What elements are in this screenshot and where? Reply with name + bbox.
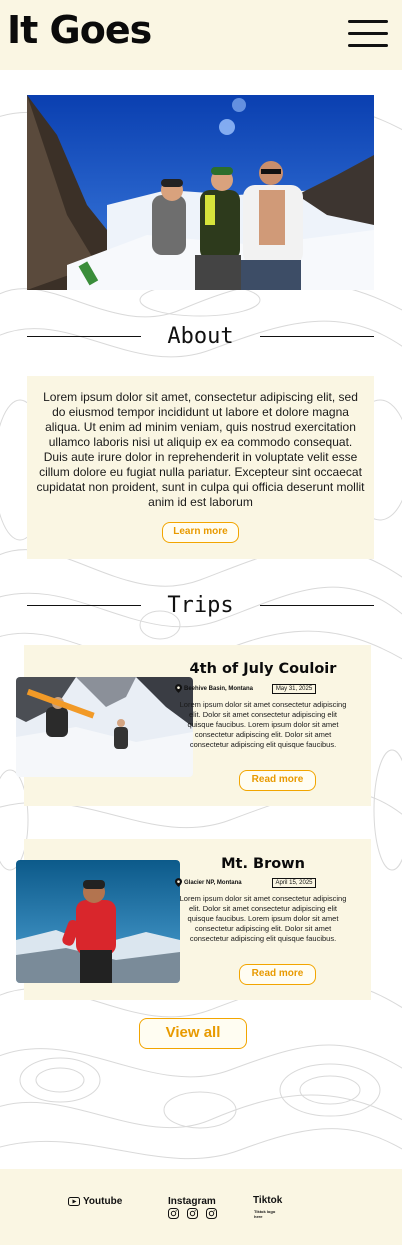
site-footer: Youtube Instagram Tiktok Tiktok logo her… xyxy=(0,1169,402,1245)
hamburger-menu-icon[interactable] xyxy=(348,20,388,50)
tiktok-logo-placeholder: Tiktok logo here xyxy=(254,1209,276,1219)
trips-section-heading: Trips xyxy=(27,591,374,621)
trip-location: Beehive Basin, Montana xyxy=(184,686,254,692)
trip-location: Glacier NP, Montana xyxy=(184,880,242,886)
location-pin-icon xyxy=(175,684,182,693)
trip-date: April 15, 2025 xyxy=(272,878,316,888)
trip-date: May 31, 2025 xyxy=(272,684,316,694)
trip-meta: Glacier NP, Montana April 15, 2025 xyxy=(175,878,343,890)
trip-image xyxy=(16,860,180,983)
read-more-button[interactable]: Read more xyxy=(239,964,316,985)
trip-title[interactable]: Mt. Brown xyxy=(179,856,347,872)
tiktok-link[interactable]: Tiktok xyxy=(253,1195,282,1206)
learn-more-button[interactable]: Learn more xyxy=(162,522,239,543)
heading-divider-right xyxy=(260,605,374,606)
about-card: Lorem ipsum dolor sit amet, consectetur … xyxy=(27,376,374,559)
trip-title[interactable]: 4th of July Couloir xyxy=(179,661,347,677)
instagram-label: Instagram xyxy=(168,1196,216,1207)
trip-meta: Beehive Basin, Montana May 31, 2025 xyxy=(175,684,343,696)
instagram-icon[interactable] xyxy=(206,1208,217,1219)
about-body: Lorem ipsum dolor sit amet, consectetur … xyxy=(36,390,365,509)
trip-description: Lorem ipsum dolor sit amet consectetur a… xyxy=(179,894,347,943)
site-header: It Goes xyxy=(0,0,402,70)
location-pin-icon xyxy=(175,878,182,887)
trip-image xyxy=(16,677,193,777)
read-more-button[interactable]: Read more xyxy=(239,770,316,791)
hero-image xyxy=(27,95,374,290)
about-section-heading: About xyxy=(27,322,374,352)
youtube-link[interactable]: Youtube xyxy=(68,1196,122,1207)
instagram-icon[interactable] xyxy=(168,1208,179,1219)
brand-logo[interactable]: It Goes xyxy=(7,8,152,52)
trip-description: Lorem ipsum dolor sit amet consectetur a… xyxy=(179,700,347,749)
instagram-icon[interactable] xyxy=(187,1208,198,1219)
view-all-button[interactable]: View all xyxy=(139,1018,247,1049)
instagram-icons xyxy=(168,1208,228,1220)
youtube-icon xyxy=(68,1196,80,1206)
heading-divider-right xyxy=(260,336,374,337)
youtube-label: Youtube xyxy=(83,1196,123,1207)
